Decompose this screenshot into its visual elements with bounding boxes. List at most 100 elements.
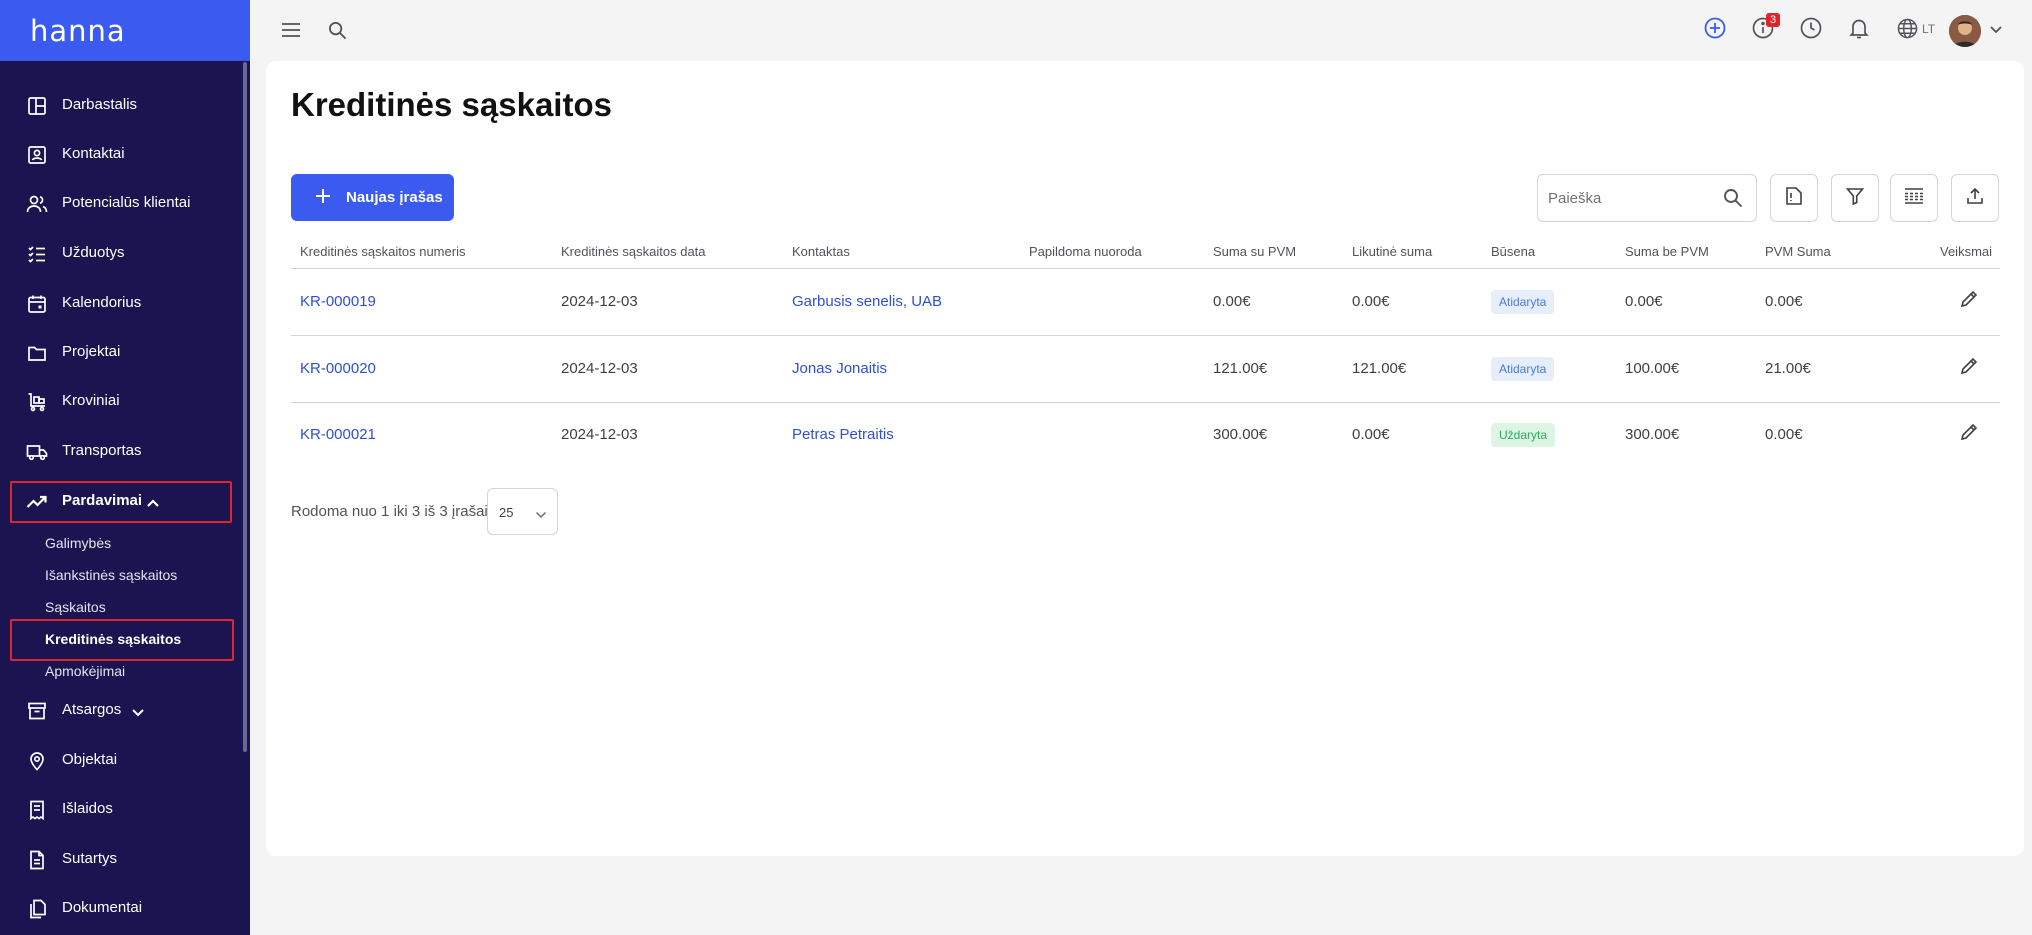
sidebar-item-dokumentai[interactable]: Dokumentai xyxy=(0,885,250,931)
submenu-item-saskaitos[interactable]: Sąskaitos xyxy=(45,599,106,615)
column-header-total-vat[interactable]: Suma su PVM xyxy=(1213,244,1296,259)
logo[interactable]: hanna xyxy=(30,14,126,48)
column-header-contact[interactable]: Kontaktas xyxy=(792,244,850,259)
sidebar-item-label: Transportas xyxy=(62,442,142,459)
page-size-value: 25 xyxy=(499,505,514,520)
document-icon xyxy=(26,849,48,871)
chevron-up-icon[interactable] xyxy=(146,495,160,512)
column-header-status[interactable]: Būsena xyxy=(1491,244,1535,259)
total-without-vat: 100.00€ xyxy=(1625,360,1680,377)
search-field[interactable] xyxy=(1537,174,1757,222)
chevron-down-icon xyxy=(535,506,547,524)
avatar[interactable] xyxy=(1949,15,1981,47)
contact-link[interactable]: Jonas Jonaitis xyxy=(792,360,887,377)
filter-icon xyxy=(1845,187,1865,210)
pagination-summary: Rodoma nuo 1 iki 3 iš 3 įrašai xyxy=(291,503,488,520)
total-with-vat: 0.00€ xyxy=(1213,293,1251,310)
total-without-vat: 300.00€ xyxy=(1625,426,1680,443)
submenu-item-isankstines-saskaitos[interactable]: Išankstinės sąskaitos xyxy=(45,567,177,583)
language-label[interactable]: LT xyxy=(1922,22,1935,36)
invoice-date: 2024-12-03 xyxy=(561,360,638,377)
new-record-label: Naujas įrašas xyxy=(346,189,443,206)
pencil-icon[interactable] xyxy=(1957,354,1981,378)
columns-button[interactable] xyxy=(1890,174,1938,222)
logo-bar: hanna xyxy=(0,0,250,61)
sidebar-item-atsargos[interactable]: Atsargos xyxy=(0,687,250,733)
columns-icon xyxy=(1904,187,1924,210)
row-divider xyxy=(291,335,2000,336)
page-size-select[interactable]: 25 xyxy=(487,488,558,535)
vat-amount: 0.00€ xyxy=(1765,293,1803,310)
submenu-item-galimybes[interactable]: Galimybės xyxy=(45,535,111,551)
export-button[interactable] xyxy=(1951,174,1999,222)
sidebar-item-kalendorius[interactable]: Kalendorius xyxy=(0,280,250,326)
sidebar-item-label: Kroviniai xyxy=(62,392,120,409)
submenu-item-kreditines-saskaitos[interactable]: Kreditinės sąskaitos xyxy=(45,631,181,647)
column-header-reference[interactable]: Papildoma nuoroda xyxy=(1029,244,1142,259)
submenu-item-apmokejimai[interactable]: Apmokėjimai xyxy=(45,663,125,679)
saved-views-button[interactable] xyxy=(1770,174,1818,222)
sidebar-item-label: Užduotys xyxy=(62,244,125,261)
add-circle-icon[interactable] xyxy=(1703,16,1727,40)
truck-icon xyxy=(26,441,48,463)
contact-link[interactable]: Garbusis senelis, UAB xyxy=(792,293,942,310)
sidebar-item-label: Atsargos xyxy=(62,701,122,718)
sidebar-item-potencialus-klientai[interactable]: Potencialūs klientai xyxy=(0,180,250,226)
row-divider xyxy=(291,402,2000,403)
folder-icon xyxy=(26,342,48,364)
search-icon[interactable] xyxy=(325,18,349,42)
chevron-down-icon[interactable] xyxy=(1988,22,2004,38)
globe-icon[interactable] xyxy=(1895,16,1919,40)
sidebar-scrollbar[interactable] xyxy=(243,62,247,752)
invoice-date: 2024-12-03 xyxy=(561,293,638,310)
sidebar-item-uzduotys[interactable]: Užduotys xyxy=(0,230,250,276)
archive-icon xyxy=(26,700,48,722)
sidebar-item-projektai[interactable]: Projektai xyxy=(0,329,250,375)
contact-link[interactable]: Petras Petraitis xyxy=(792,426,894,443)
invoice-number-link[interactable]: KR-000021 xyxy=(300,426,376,443)
invoice-date: 2024-12-03 xyxy=(561,426,638,443)
upload-icon xyxy=(1966,187,1984,210)
status-badge: Atidaryta xyxy=(1491,290,1555,314)
invoice-number-link[interactable]: KR-000019 xyxy=(300,293,376,310)
column-header-actions: Veiksmai xyxy=(1940,244,1993,259)
pencil-icon[interactable] xyxy=(1957,420,1981,444)
menu-icon[interactable] xyxy=(279,18,303,42)
filter-button[interactable] xyxy=(1831,174,1879,222)
sidebar-item-kontaktai[interactable]: Kontaktai xyxy=(0,131,250,177)
new-record-button[interactable]: Naujas įrašas xyxy=(291,174,454,221)
sidebar-item-transportas[interactable]: Transportas xyxy=(0,428,250,474)
sidebar-item-label: Pardavimai xyxy=(62,492,143,509)
sidebar-item-sutartys[interactable]: Sutartys xyxy=(0,836,250,882)
sidebar-item-objektai[interactable]: Objektai xyxy=(0,737,250,783)
sidebar-item-darbastalis[interactable]: Darbastalis xyxy=(0,82,250,128)
bell-icon[interactable] xyxy=(1847,16,1871,40)
vat-amount: 21.00€ xyxy=(1765,360,1811,377)
pencil-icon[interactable] xyxy=(1957,287,1981,311)
vat-amount: 0.00€ xyxy=(1765,426,1803,443)
clock-icon[interactable] xyxy=(1799,16,1823,40)
map-pin-icon xyxy=(26,750,48,772)
receipt-icon xyxy=(26,799,48,821)
status-badge: Atidaryta xyxy=(1491,357,1555,381)
sidebar-item-label: Objektai xyxy=(62,751,118,768)
sidebar-item-label: Projektai xyxy=(62,343,121,360)
column-header-vat[interactable]: PVM Suma xyxy=(1765,244,1831,259)
column-header-number[interactable]: Kreditinės sąskaitos numeris xyxy=(300,244,465,259)
header-divider xyxy=(291,268,2000,269)
total-with-vat: 121.00€ xyxy=(1213,360,1268,377)
chevron-down-icon[interactable] xyxy=(131,705,145,722)
sidebar-item-pardavimai[interactable]: Pardavimai xyxy=(0,478,250,524)
checklist-icon xyxy=(26,243,48,265)
trending-up-icon xyxy=(26,491,48,513)
column-header-date[interactable]: Kreditinės sąskaitos data xyxy=(561,244,706,259)
total-without-vat: 0.00€ xyxy=(1625,293,1663,310)
sidebar-item-label: Dokumentai xyxy=(62,899,143,916)
invoice-number-link[interactable]: KR-000020 xyxy=(300,360,376,377)
column-header-remaining[interactable]: Likutinė suma xyxy=(1352,244,1432,259)
sidebar-item-kroviniai[interactable]: Kroviniai xyxy=(0,378,250,424)
search-input[interactable] xyxy=(1548,185,1708,211)
sidebar-item-islaidos[interactable]: Išlaidos xyxy=(0,786,250,832)
column-header-total-no-vat[interactable]: Suma be PVM xyxy=(1625,244,1709,259)
search-icon[interactable] xyxy=(1723,188,1743,213)
